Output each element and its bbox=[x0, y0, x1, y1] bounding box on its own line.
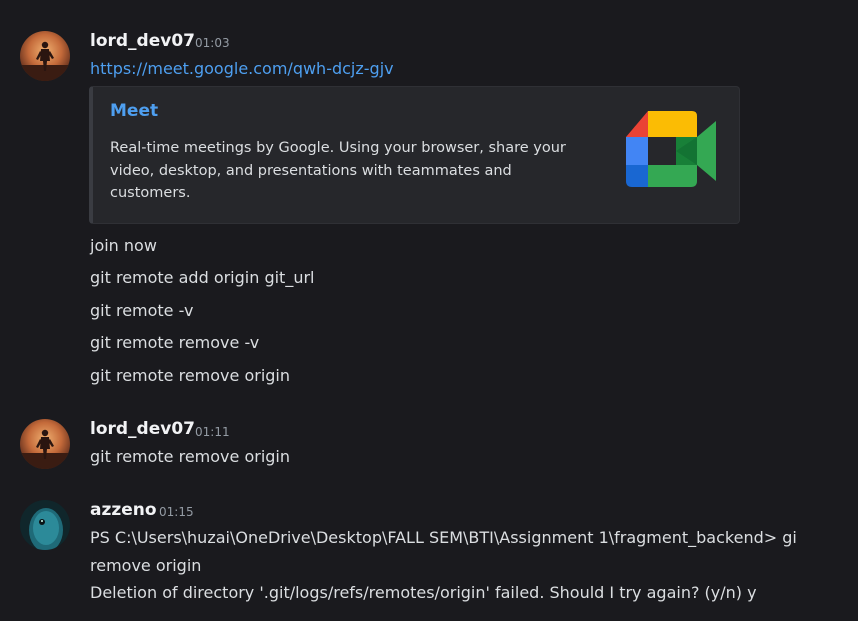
message-username[interactable]: lord_dev07 bbox=[90, 419, 195, 439]
message-link-line: https://meet.google.com/qwh-dcjz-gjv bbox=[90, 59, 394, 78]
avatar[interactable] bbox=[20, 31, 70, 81]
avatar[interactable] bbox=[20, 419, 70, 469]
message-line: git remote remove origin bbox=[90, 366, 291, 385]
google-meet-icon[interactable] bbox=[626, 111, 718, 193]
message-timestamp: 01:03 bbox=[195, 36, 230, 50]
message-line: git remote remove origin bbox=[90, 447, 291, 466]
message-line: join now bbox=[90, 236, 157, 255]
message-line: git remote add origin git_url bbox=[90, 268, 315, 287]
message-line: Deletion of directory '.git/logs/refs/re… bbox=[90, 583, 757, 602]
chat-message-list: lord_dev07 01:03 https://meet.google.com… bbox=[0, 0, 858, 621]
message-username[interactable]: lord_dev07 bbox=[90, 31, 195, 51]
avatar-image bbox=[20, 500, 70, 550]
avatar[interactable] bbox=[20, 500, 70, 550]
message-username[interactable]: azzeno bbox=[90, 500, 157, 520]
message-line: PS C:\Users\huzai\OneDrive\Desktop\FALL … bbox=[90, 528, 797, 547]
avatar-image bbox=[20, 31, 70, 81]
message-line: git remote remove -v bbox=[90, 333, 260, 352]
embed-description: Real-time meetings by Google. Using your… bbox=[110, 140, 566, 201]
message-line: remove origin bbox=[90, 556, 202, 575]
message-timestamp: 01:15 bbox=[159, 505, 194, 519]
message-line: git remote -v bbox=[90, 301, 194, 320]
avatar-image bbox=[20, 419, 70, 469]
embed-title[interactable]: Meet bbox=[110, 101, 158, 121]
message-timestamp: 01:11 bbox=[195, 425, 230, 439]
meet-link[interactable]: https://meet.google.com/qwh-dcjz-gjv bbox=[90, 59, 394, 78]
link-embed: Meet Real-time meetings by Google. Using… bbox=[89, 86, 740, 224]
